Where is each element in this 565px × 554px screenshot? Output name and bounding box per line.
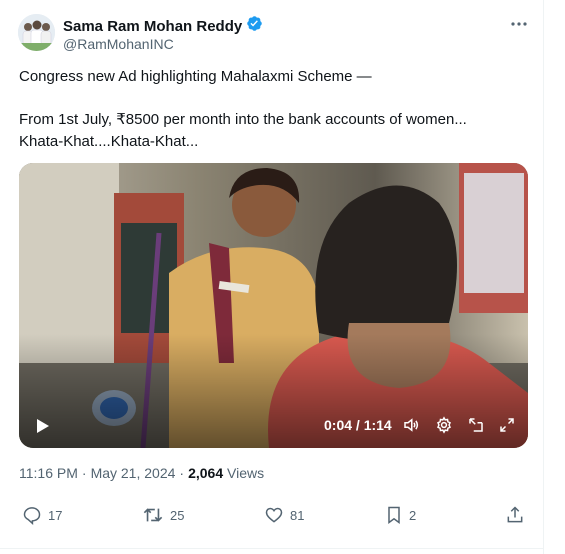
meta-separator: · (179, 465, 185, 481)
share-icon (507, 506, 523, 523)
tweet-text-line-3: Khata-Khat....Khata-Khat... (19, 133, 199, 150)
heart-icon (265, 507, 283, 523)
reply-icon (23, 507, 41, 525)
play-icon[interactable] (31, 414, 55, 438)
pop-out-icon[interactable] (465, 414, 487, 436)
more-options-icon[interactable] (507, 14, 531, 34)
verified-badge-icon (246, 15, 263, 37)
tweet-meta: 11:16 PM · May 21, 2024 · 2,064 Views (19, 465, 264, 481)
reply-count: 17 (48, 507, 63, 523)
video-time-display: 0:04 / 1:14 (324, 417, 392, 433)
divider (0, 548, 543, 549)
retweet-count: 25 (170, 507, 185, 523)
bookmark-count: 2 (409, 507, 417, 523)
avatar[interactable] (18, 14, 55, 51)
tweet-text-line-2: From 1st July, ₹8500 per month into the … (19, 111, 467, 128)
fullscreen-icon[interactable] (496, 414, 518, 436)
meta-separator: · (81, 465, 87, 481)
like-count: 81 (290, 507, 305, 523)
author-handle[interactable]: @RamMohanINC (63, 36, 174, 52)
like-button[interactable]: 81 (264, 505, 304, 525)
views-count: 2,064 (188, 465, 224, 481)
views-label: Views (227, 465, 265, 481)
tweet-time[interactable]: 11:16 PM (19, 465, 78, 481)
author-name-row: Sama Ram Mohan Reddy (63, 15, 263, 37)
retweet-icon (143, 508, 163, 522)
settings-gear-icon[interactable] (433, 414, 455, 436)
bookmark-button[interactable]: 2 (385, 505, 416, 525)
video-controls: 0:04 / 1:14 (19, 404, 528, 448)
author-display-name[interactable]: Sama Ram Mohan Reddy (63, 18, 242, 35)
share-button[interactable] (505, 505, 525, 525)
tweet-text-line-1: Congress new Ad highlighting Mahalaxmi S… (19, 68, 372, 85)
reply-button[interactable]: 17 (22, 505, 62, 525)
volume-icon[interactable] (400, 414, 422, 436)
tweet-card: Sama Ram Mohan Reddy @RamMohanINC Congre… (0, 0, 544, 554)
bookmark-icon (388, 506, 400, 524)
tweet-date[interactable]: May 21, 2024 (91, 465, 176, 481)
tweet-actions: 17 25 81 2 (0, 505, 543, 533)
retweet-button[interactable]: 25 (142, 505, 184, 525)
video-player[interactable]: 0:04 / 1:14 (19, 163, 528, 448)
